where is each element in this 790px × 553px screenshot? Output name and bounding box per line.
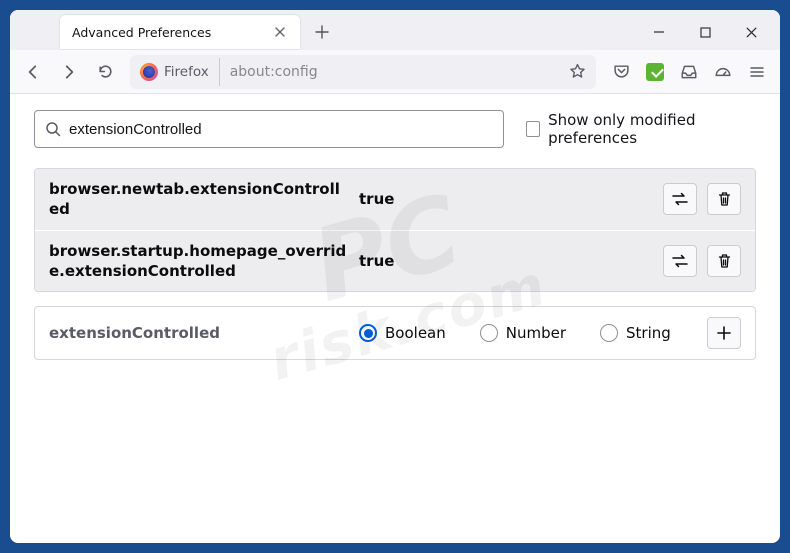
star-icon[interactable] <box>562 57 592 87</box>
type-radio-group: Boolean Number String <box>359 324 697 342</box>
pref-name: browser.startup.homepage_override.extens… <box>49 241 349 282</box>
pref-row[interactable]: browser.startup.homepage_override.extens… <box>35 230 755 292</box>
titlebar: Advanced Preferences <box>10 10 780 50</box>
pref-value: true <box>359 190 653 208</box>
minimize-icon[interactable] <box>636 14 682 50</box>
new-pref-row: extensionControlled Boolean Number Strin… <box>34 306 756 360</box>
window-controls <box>636 14 774 50</box>
menu-icon[interactable] <box>740 55 774 89</box>
search-icon <box>45 121 61 137</box>
pref-search-box[interactable] <box>34 110 504 148</box>
pocket-icon[interactable] <box>604 55 638 89</box>
radio-icon <box>359 324 377 342</box>
pref-actions <box>663 245 741 277</box>
type-boolean[interactable]: Boolean <box>359 324 446 342</box>
close-icon[interactable] <box>270 22 290 42</box>
browser-tab[interactable]: Advanced Preferences <box>60 15 300 49</box>
add-icon[interactable] <box>707 317 741 349</box>
back-icon[interactable] <box>16 55 50 89</box>
checkbox-icon <box>526 121 540 137</box>
modified-only-label: Show only modified preferences <box>548 111 756 147</box>
identity-label: Firefox <box>164 64 209 80</box>
inbox-icon[interactable] <box>672 55 706 89</box>
search-input[interactable] <box>69 121 493 138</box>
nav-toolbar: Firefox about:config <box>10 50 780 94</box>
identity-box[interactable]: Firefox <box>134 58 220 86</box>
pref-table: browser.newtab.extensionControlled true … <box>34 168 756 292</box>
type-string[interactable]: String <box>600 324 671 342</box>
url-text: about:config <box>220 64 562 80</box>
forward-icon[interactable] <box>52 55 86 89</box>
pref-actions <box>663 183 741 215</box>
about-config-content: Show only modified preferences browser.n… <box>10 94 780 543</box>
toolbar-actions <box>604 55 774 89</box>
radio-icon <box>600 324 618 342</box>
trash-icon[interactable] <box>707 245 741 277</box>
type-number[interactable]: Number <box>480 324 566 342</box>
toggle-icon[interactable] <box>663 183 697 215</box>
reload-icon[interactable] <box>88 55 122 89</box>
new-tab-button[interactable] <box>306 16 338 48</box>
radio-icon <box>480 324 498 342</box>
close-icon[interactable] <box>728 14 774 50</box>
tab-title: Advanced Preferences <box>72 25 262 40</box>
url-bar[interactable]: Firefox about:config <box>130 55 596 89</box>
pref-value: true <box>359 252 653 270</box>
new-pref-name: extensionControlled <box>49 324 349 342</box>
maximize-icon[interactable] <box>682 14 728 50</box>
extension-icon[interactable] <box>638 55 672 89</box>
pref-name: browser.newtab.extensionControlled <box>49 179 349 220</box>
toggle-icon[interactable] <box>663 245 697 277</box>
dashboard-icon[interactable] <box>706 55 740 89</box>
firefox-logo-icon <box>140 63 158 81</box>
pref-row[interactable]: browser.newtab.extensionControlled true <box>35 169 755 230</box>
modified-only-toggle[interactable]: Show only modified preferences <box>526 111 756 147</box>
search-row: Show only modified preferences <box>34 110 756 148</box>
trash-icon[interactable] <box>707 183 741 215</box>
browser-window: Advanced Preferences Firefox about:confi… <box>10 10 780 543</box>
